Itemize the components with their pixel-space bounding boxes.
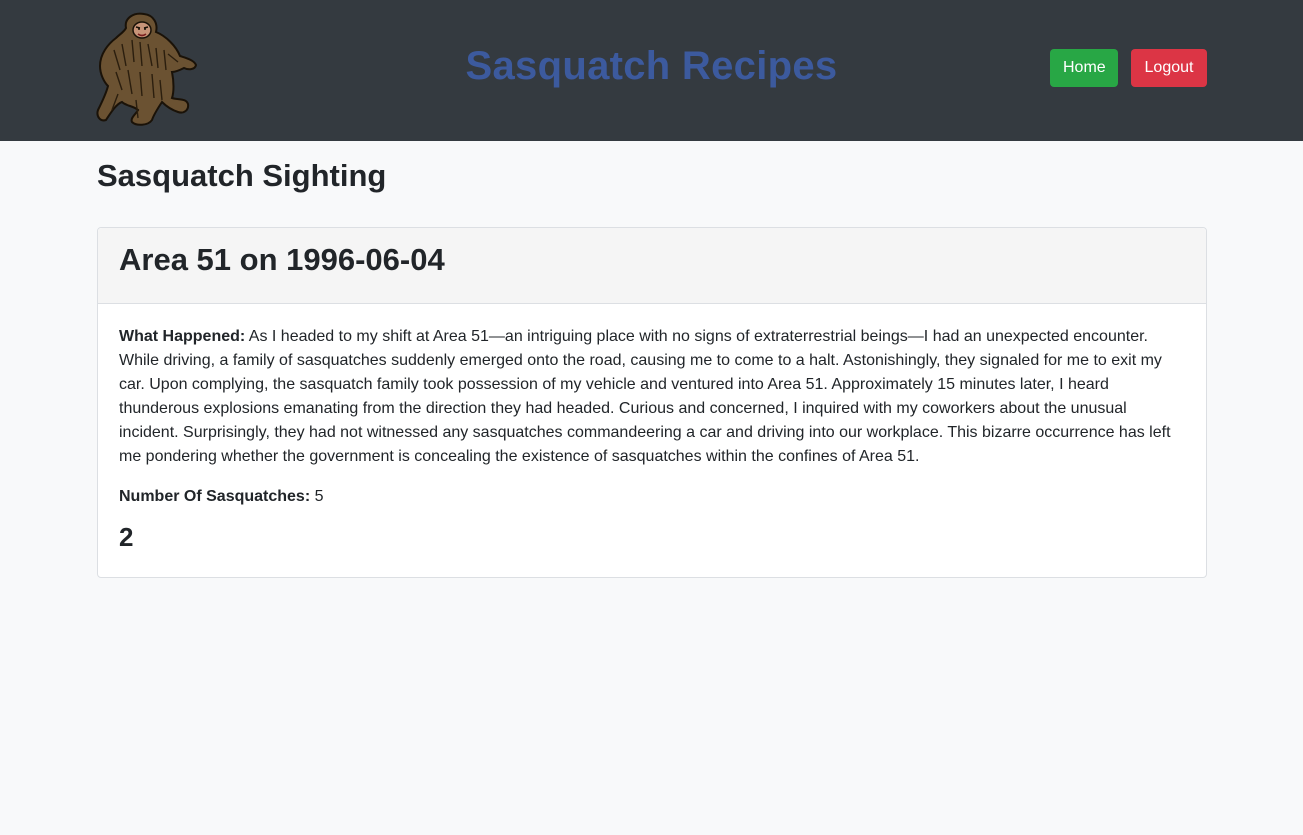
page-title: Sasquatch Sighting (97, 158, 387, 193)
sighting-card: Area 51 on 1996-06-04 What Happened: As … (97, 227, 1207, 578)
what-happened-text: As I headed to my shift at Area 51—an in… (119, 328, 1171, 465)
logout-button[interactable]: Logout (1131, 49, 1207, 87)
count-label: Number Of Sasquatches: (119, 488, 311, 505)
card-body: What Happened: As I headed to my shift a… (98, 304, 1206, 552)
card-header: Area 51 on 1996-06-04 (98, 228, 1206, 304)
extra-number: 2 (119, 522, 134, 552)
sasquatch-count: Number Of Sasquatches: 5 (119, 485, 1185, 509)
sighting-heading: Area 51 on 1996-06-04 (119, 242, 445, 277)
count-value: 5 (314, 488, 324, 505)
home-button[interactable]: Home (1050, 49, 1118, 87)
navbar: Sasquatch Recipes Home Logout (0, 0, 1303, 141)
what-happened-label: What Happened: (119, 328, 246, 345)
what-happened: What Happened: As I headed to my shift a… (119, 325, 1185, 469)
